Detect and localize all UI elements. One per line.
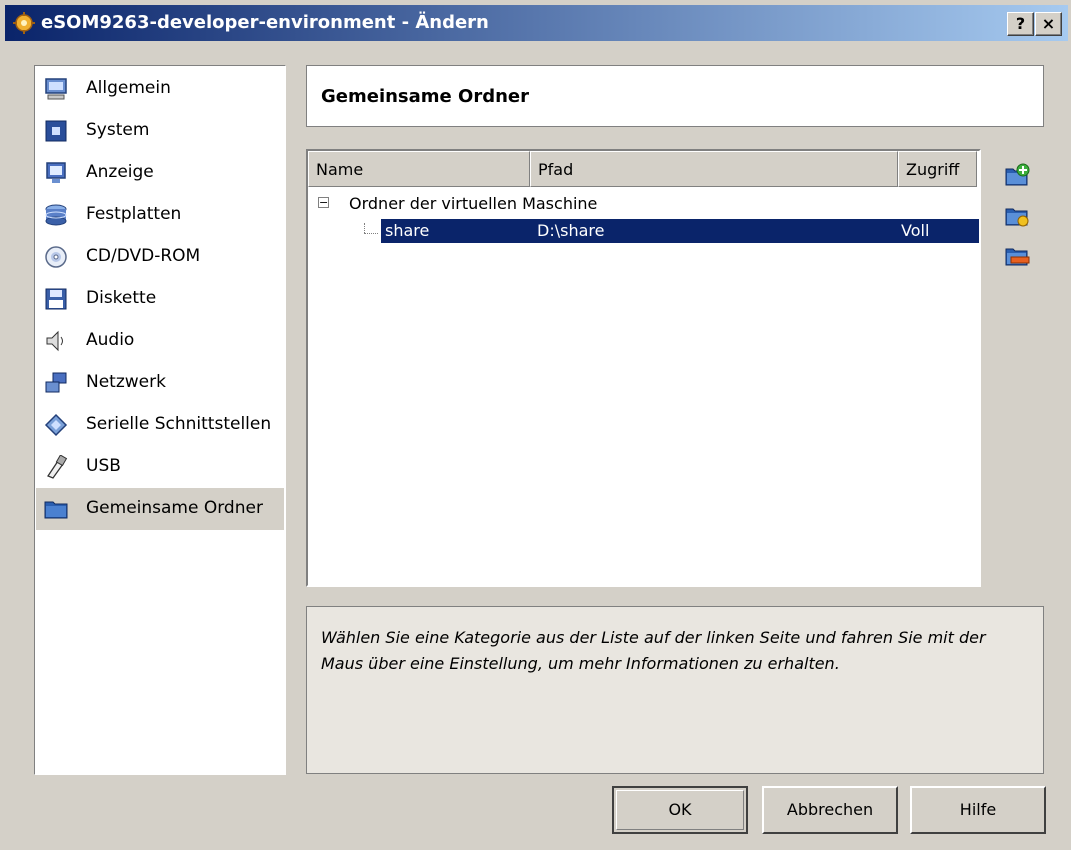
usb-icon	[47, 455, 68, 479]
help-title-button[interactable]: ?	[1007, 12, 1034, 36]
page-header: Gemeinsame Ordner	[306, 65, 1044, 127]
display-icon	[46, 162, 66, 183]
monitor-icon	[45, 78, 67, 100]
floppy-icon	[45, 288, 67, 310]
collapse-toggle[interactable]: −	[318, 197, 329, 208]
sidebar-item-label: Netzwerk	[86, 372, 166, 392]
page-title: Gemeinsame Ordner	[321, 86, 529, 107]
sidebar-item-diskette[interactable]: Diskette	[36, 278, 284, 320]
tree-line	[364, 223, 366, 233]
sidebar-item-cd-dvd[interactable]: CD/DVD-ROM	[36, 236, 284, 278]
sidebar-item-label: CD/DVD-ROM	[86, 246, 201, 266]
row-access: Voll	[901, 221, 930, 240]
close-button[interactable]: ×	[1035, 12, 1062, 36]
row-path: D:\share	[537, 221, 605, 240]
help-button[interactable]: Hilfe	[910, 786, 1046, 834]
add-folder-icon[interactable]	[1003, 161, 1031, 189]
title-bar[interactable]: eSOM9263-developer-environment - Ändern …	[5, 5, 1068, 41]
sidebar-item-allgemein[interactable]: Allgemein	[36, 68, 284, 110]
tree-line	[364, 233, 378, 235]
speaker-icon	[46, 330, 63, 352]
sidebar-item-label: Audio	[86, 330, 135, 350]
sidebar-item-system[interactable]: System	[36, 110, 284, 152]
dialog-window: eSOM9263-developer-environment - Ändern …	[0, 0, 1071, 850]
table-row[interactable]: share D:\share Voll	[381, 219, 979, 243]
window-title: eSOM9263-developer-environment - Ändern	[41, 12, 489, 33]
sidebar-item-seriell[interactable]: Serielle Schnittstellen	[36, 404, 284, 446]
cancel-button[interactable]: Abbrechen	[762, 786, 898, 834]
category-sidebar: Allgemein System Anzeige Festplatten CD/…	[34, 65, 286, 775]
network-icon	[45, 372, 67, 393]
gear-icon	[13, 12, 35, 34]
sidebar-item-label: Diskette	[86, 288, 157, 308]
sidebar-item-audio[interactable]: Audio	[36, 320, 284, 362]
edit-folder-icon[interactable]	[1003, 201, 1031, 229]
row-name: share	[385, 221, 430, 240]
sidebar-item-usb[interactable]: USB	[36, 446, 284, 488]
serial-icon	[44, 413, 68, 437]
column-header-zugriff[interactable]: Zugriff	[898, 151, 977, 187]
sidebar-item-label: USB	[86, 456, 121, 476]
sidebar-item-anzeige[interactable]: Anzeige	[36, 152, 284, 194]
sidebar-item-label: Anzeige	[86, 162, 154, 182]
chip-icon	[45, 120, 67, 142]
sidebar-item-label: Allgemein	[86, 78, 171, 98]
sidebar-item-gemeinsame-ordner[interactable]: Gemeinsame Ordner	[36, 488, 284, 530]
sidebar-item-netzwerk[interactable]: Netzwerk	[36, 362, 284, 404]
sidebar-item-label: Serielle Schnittstellen	[86, 414, 272, 434]
sidebar-item-festplatten[interactable]: Festplatten	[36, 194, 284, 236]
ok-button[interactable]: OK	[612, 786, 748, 834]
info-panel: Wählen Sie eine Kategorie aus der Liste …	[306, 606, 1044, 774]
column-header-pfad[interactable]: Pfad	[530, 151, 898, 187]
sidebar-item-label: System	[86, 120, 150, 140]
sidebar-item-label: Gemeinsame Ordner	[86, 498, 263, 518]
tree-group-label[interactable]: Ordner der virtuellen Maschine	[349, 194, 597, 213]
cd-icon	[45, 246, 67, 268]
remove-folder-icon[interactable]	[1003, 241, 1031, 269]
info-text: Wählen Sie eine Kategorie aus der Liste …	[321, 628, 986, 673]
sidebar-item-label: Festplatten	[86, 204, 182, 224]
folder-icon	[44, 501, 68, 519]
column-header-name[interactable]: Name	[308, 151, 530, 187]
harddisk-icon	[45, 204, 67, 226]
shared-folders-list[interactable]: Name Pfad Zugriff	[306, 149, 981, 587]
